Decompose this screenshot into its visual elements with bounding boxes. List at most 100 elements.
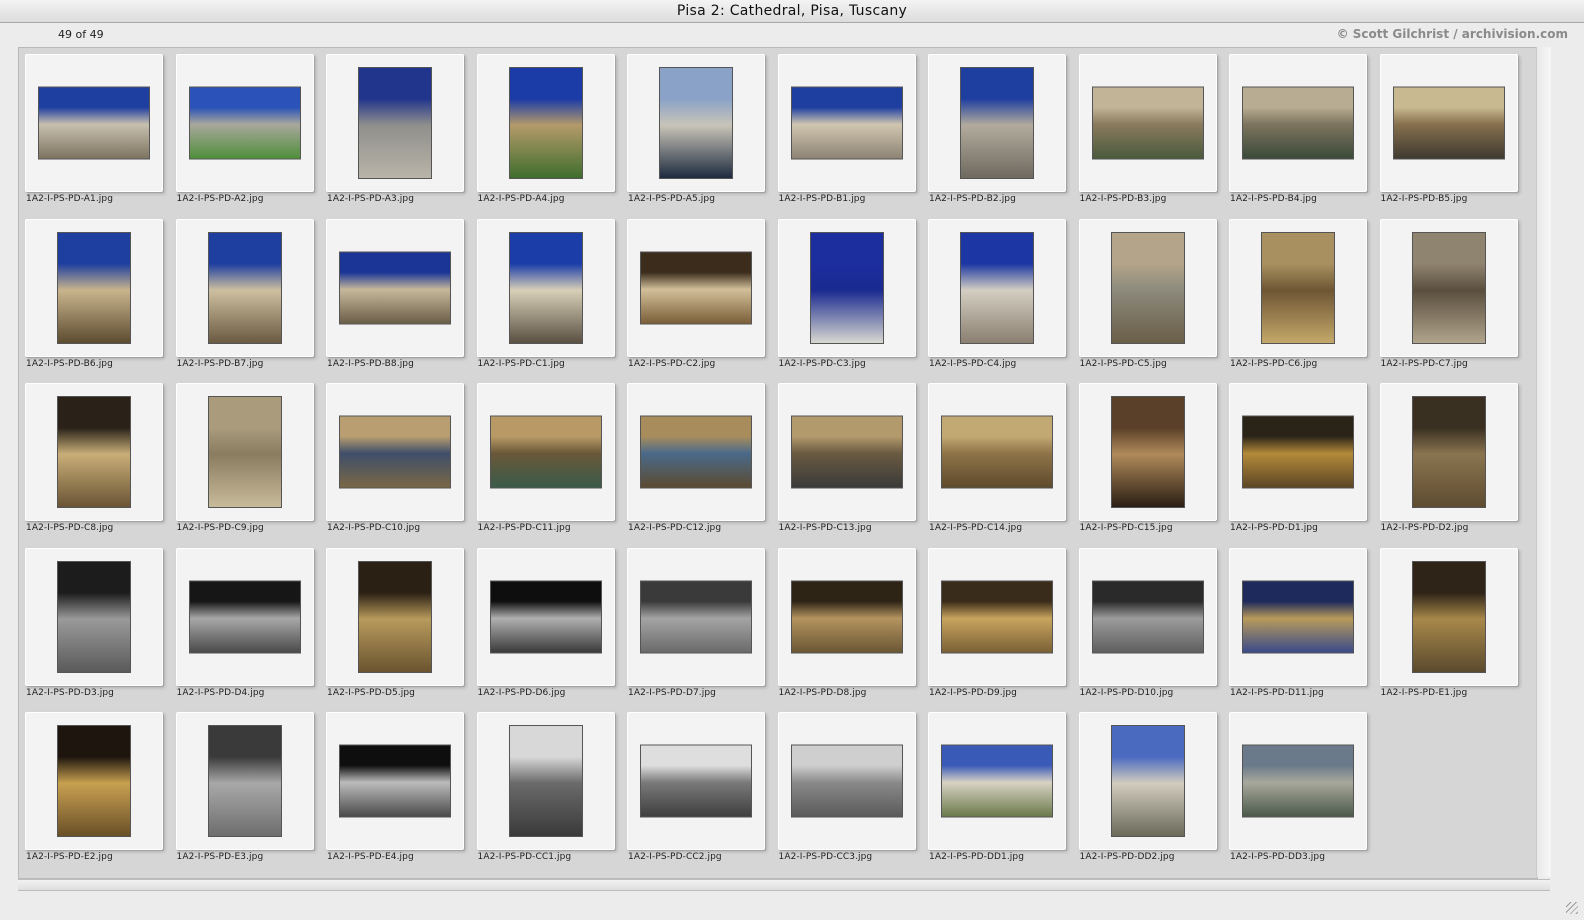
slide-frame[interactable] [627,218,765,357]
slide-frame[interactable] [25,547,163,686]
thumbnail-image[interactable] [1091,580,1204,653]
thumbnail-image[interactable] [640,415,752,489]
slide-frame[interactable] [1379,218,1518,357]
slide-frame[interactable] [175,54,314,192]
slide-frame[interactable] [777,54,916,192]
thumbnail-item[interactable]: 1A2-I-PS-PD-DD3.jpg [1229,712,1369,872]
thumbnail-item[interactable]: 1A2-I-PS-PD-DD1.jpg [928,712,1068,872]
thumbnail-image[interactable] [358,67,432,179]
thumbnail-image[interactable] [188,86,301,160]
slide-frame[interactable] [25,712,163,850]
thumbnail-image[interactable] [1110,725,1185,837]
thumbnail-item[interactable]: 1A2-I-PS-PD-C1.jpg [476,218,617,379]
slide-frame[interactable] [777,712,916,850]
slide-frame[interactable] [777,218,916,357]
thumbnail-image[interactable] [489,415,602,489]
thumbnail-image[interactable] [640,744,752,818]
thumbnail-item[interactable]: 1A2-I-PS-PD-D6.jpg [476,547,617,708]
thumbnail-image[interactable] [358,560,432,673]
thumbnail-image[interactable] [38,86,150,160]
thumbnail-image[interactable] [57,396,131,508]
slide-frame[interactable] [1078,218,1217,357]
slide-frame[interactable] [326,547,464,686]
thumbnail-image[interactable] [339,744,451,818]
slide-frame[interactable] [1229,547,1367,686]
thumbnail-item[interactable]: 1A2-I-PS-PD-E3.jpg [175,712,316,872]
thumbnail-image[interactable] [1392,86,1505,160]
slide-frame[interactable] [476,383,615,521]
thumbnail-item[interactable]: 1A2-I-PS-PD-C4.jpg [928,218,1068,379]
thumbnail-item[interactable]: 1A2-I-PS-PD-C6.jpg [1229,218,1369,379]
thumbnail-image[interactable] [188,580,301,653]
slide-frame[interactable] [326,383,464,521]
thumbnail-image[interactable] [809,231,884,344]
thumbnail-image[interactable] [941,580,1053,653]
thumbnail-item[interactable]: 1A2-I-PS-PD-B1.jpg [777,54,918,214]
thumbnail-image[interactable] [57,231,131,344]
thumbnail-item[interactable]: 1A2-I-PS-PD-E4.jpg [326,712,466,872]
resize-grip-icon[interactable] [1566,902,1578,914]
thumbnail-image[interactable] [1411,231,1486,344]
thumbnail-item[interactable]: 1A2-I-PS-PD-DD2.jpg [1078,712,1219,872]
thumbnail-item[interactable]: 1A2-I-PS-PD-A5.jpg [627,54,767,214]
thumbnail-item[interactable]: 1A2-I-PS-PD-C10.jpg [326,383,466,543]
thumbnail-image[interactable] [57,725,131,837]
thumbnail-item[interactable]: 1A2-I-PS-PD-D5.jpg [326,547,466,708]
thumbnail-item[interactable]: 1A2-I-PS-PD-D7.jpg [627,547,767,708]
slide-frame[interactable] [25,54,163,192]
thumbnail-item[interactable]: 1A2-I-PS-PD-C7.jpg [1379,218,1520,379]
slide-frame[interactable] [25,383,163,521]
thumbnail-image[interactable] [790,744,903,818]
slide-frame[interactable] [1379,547,1518,686]
slide-frame[interactable] [627,383,765,521]
slide-frame[interactable] [476,218,615,357]
slide-frame[interactable] [175,547,314,686]
slide-frame[interactable] [326,218,464,357]
thumbnail-image[interactable] [790,86,903,160]
thumbnail-image[interactable] [1242,580,1354,653]
thumbnail-item[interactable]: 1A2-I-PS-PD-C9.jpg [175,383,316,543]
thumbnail-image[interactable] [57,560,131,673]
thumbnail-image[interactable] [960,231,1034,344]
slide-frame[interactable] [175,218,314,357]
slide-frame[interactable] [1379,383,1518,521]
slide-frame[interactable] [25,218,163,357]
thumbnail-item[interactable]: 1A2-I-PS-PD-C14.jpg [928,383,1068,543]
slide-frame[interactable] [175,383,314,521]
slide-frame[interactable] [1078,54,1217,192]
thumbnail-item[interactable]: 1A2-I-PS-PD-D10.jpg [1078,547,1219,708]
slide-frame[interactable] [326,54,464,192]
thumbnail-item[interactable]: 1A2-I-PS-PD-C2.jpg [627,218,767,379]
thumbnail-image[interactable] [207,725,282,837]
slide-frame[interactable] [928,383,1066,521]
thumbnail-item[interactable]: 1A2-I-PS-PD-C13.jpg [777,383,918,543]
slide-frame[interactable] [1229,712,1367,850]
thumbnail-item[interactable]: 1A2-I-PS-PD-B2.jpg [928,54,1068,214]
thumbnail-item[interactable]: 1A2-I-PS-PD-B4.jpg [1229,54,1369,214]
thumbnail-item[interactable]: 1A2-I-PS-PD-CC1.jpg [476,712,617,872]
thumbnail-item[interactable]: 1A2-I-PS-PD-D9.jpg [928,547,1068,708]
thumbnail-item[interactable]: 1A2-I-PS-PD-CC2.jpg [627,712,767,872]
thumbnail-image[interactable] [508,725,583,837]
thumbnail-item[interactable]: 1A2-I-PS-PD-C5.jpg [1078,218,1219,379]
slide-frame[interactable] [627,547,765,686]
thumbnail-item[interactable]: 1A2-I-PS-PD-D2.jpg [1379,383,1520,543]
thumbnail-image[interactable] [1091,86,1204,160]
slide-frame[interactable] [777,383,916,521]
slide-frame[interactable] [1078,383,1217,521]
thumbnail-image[interactable] [941,415,1053,489]
thumbnail-image[interactable] [489,580,602,653]
slide-frame[interactable] [1229,383,1367,521]
thumbnail-image[interactable] [508,231,583,344]
thumbnail-item[interactable]: 1A2-I-PS-PD-E2.jpg [25,712,165,872]
thumbnail-image[interactable] [1411,560,1486,673]
slide-frame[interactable] [928,218,1066,357]
thumbnail-image[interactable] [659,67,733,179]
thumbnail-item[interactable]: 1A2-I-PS-PD-D11.jpg [1229,547,1369,708]
thumbnail-item[interactable]: 1A2-I-PS-PD-B5.jpg [1379,54,1520,214]
slide-frame[interactable] [928,712,1066,850]
slide-frame[interactable] [175,712,314,850]
thumbnail-image[interactable] [790,415,903,489]
slide-frame[interactable] [326,712,464,850]
thumbnail-image[interactable] [207,231,282,344]
